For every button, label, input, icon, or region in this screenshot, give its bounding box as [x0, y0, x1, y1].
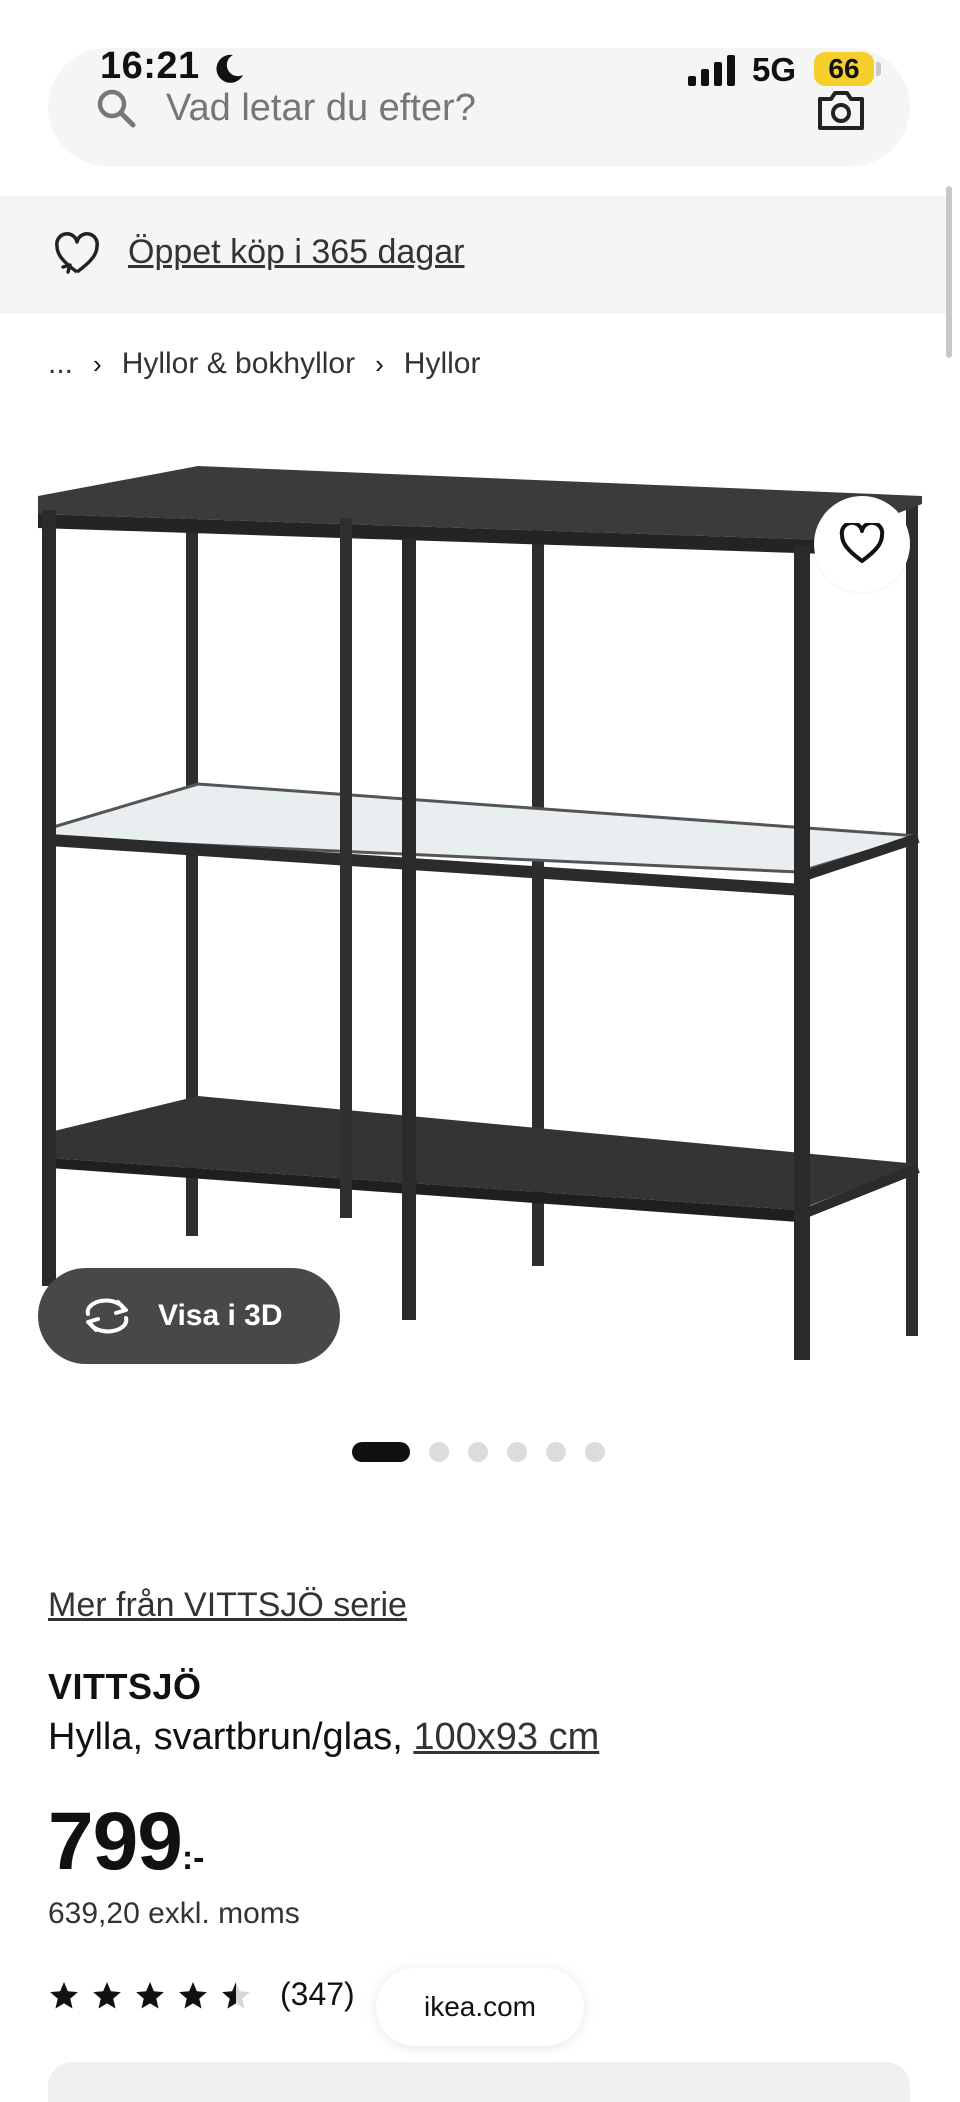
breadcrumb: ... › Hyllor & bokhyllor › Hyllor: [48, 344, 480, 384]
carousel-dot-5[interactable]: [546, 1442, 566, 1462]
search-input[interactable]: Vad letar du efter?: [166, 86, 476, 130]
carousel-dot-4[interactable]: [507, 1442, 527, 1462]
heart-return-icon: [55, 232, 99, 274]
carousel-indicator: [352, 1442, 624, 1462]
moon-icon: [216, 54, 243, 83]
shelf-drawing: [38, 466, 922, 1360]
search-icon: [97, 89, 136, 128]
network-label: 5G: [752, 51, 797, 88]
view-in-3d-label: Visa i 3D: [158, 1299, 283, 1332]
browser-domain: ikea.com: [423, 1991, 537, 2022]
price-amount: 799: [48, 1796, 183, 1887]
signal-icon: [688, 55, 735, 86]
product-name: VITTSJÖ: [48, 1666, 202, 1707]
browser-address-pill[interactable]: ikea.com: [376, 1968, 584, 2046]
review-count[interactable]: (347): [280, 1974, 355, 2014]
star-full-icon: [50, 1982, 78, 2009]
rating-stars[interactable]: [48, 1976, 263, 2016]
star-half-icon: [222, 1982, 250, 2009]
carousel-dot-1[interactable]: [352, 1442, 410, 1462]
battery-tip: [876, 62, 881, 76]
view-in-3d-button[interactable]: Visa i 3D: [38, 1268, 340, 1364]
chevron-right-icon: ›: [93, 348, 102, 379]
star-full-icon: [136, 1982, 164, 2009]
return-policy-link[interactable]: Öppet köp i 365 dagar: [128, 230, 464, 274]
status-time: 16:21: [100, 45, 200, 87]
price: 799:-: [48, 1796, 204, 1888]
scrollbar[interactable]: [946, 186, 952, 358]
price-excl-vat: 639,20 exkl. moms: [48, 1897, 300, 1930]
breadcrumb-item-shelves[interactable]: Hyllor: [404, 347, 481, 381]
carousel-dot-3[interactable]: [468, 1442, 488, 1462]
chevron-right-icon: ›: [375, 348, 384, 379]
rotate-3d-icon: [85, 1298, 129, 1334]
star-full-icon: [179, 1982, 207, 2009]
carousel-dot-2[interactable]: [429, 1442, 449, 1462]
breadcrumb-ellipsis[interactable]: ...: [48, 347, 73, 381]
battery-level: 66: [828, 53, 860, 84]
battery-indicator: 66: [814, 52, 874, 86]
series-link[interactable]: Mer från VITTSJÖ serie: [48, 1584, 407, 1626]
product-type: Hylla, svartbrun/glas,: [48, 1716, 403, 1758]
product-image[interactable]: [38, 446, 922, 1406]
breadcrumb-item-shelves-bookcases[interactable]: Hyllor & bokhyllor: [122, 347, 355, 381]
heart-icon: [839, 523, 885, 563]
favorite-button[interactable]: [814, 496, 910, 592]
price-suffix: :-: [181, 1839, 205, 1877]
product-size-link[interactable]: 100x93 cm: [413, 1716, 599, 1758]
carousel-dot-6[interactable]: [585, 1442, 605, 1462]
star-full-icon: [93, 1982, 121, 2009]
camera-icon[interactable]: [816, 88, 866, 132]
product-description: Hylla, svartbrun/glas, 100x93 cm: [48, 1714, 599, 1760]
bottom-panel: [48, 2062, 910, 2102]
